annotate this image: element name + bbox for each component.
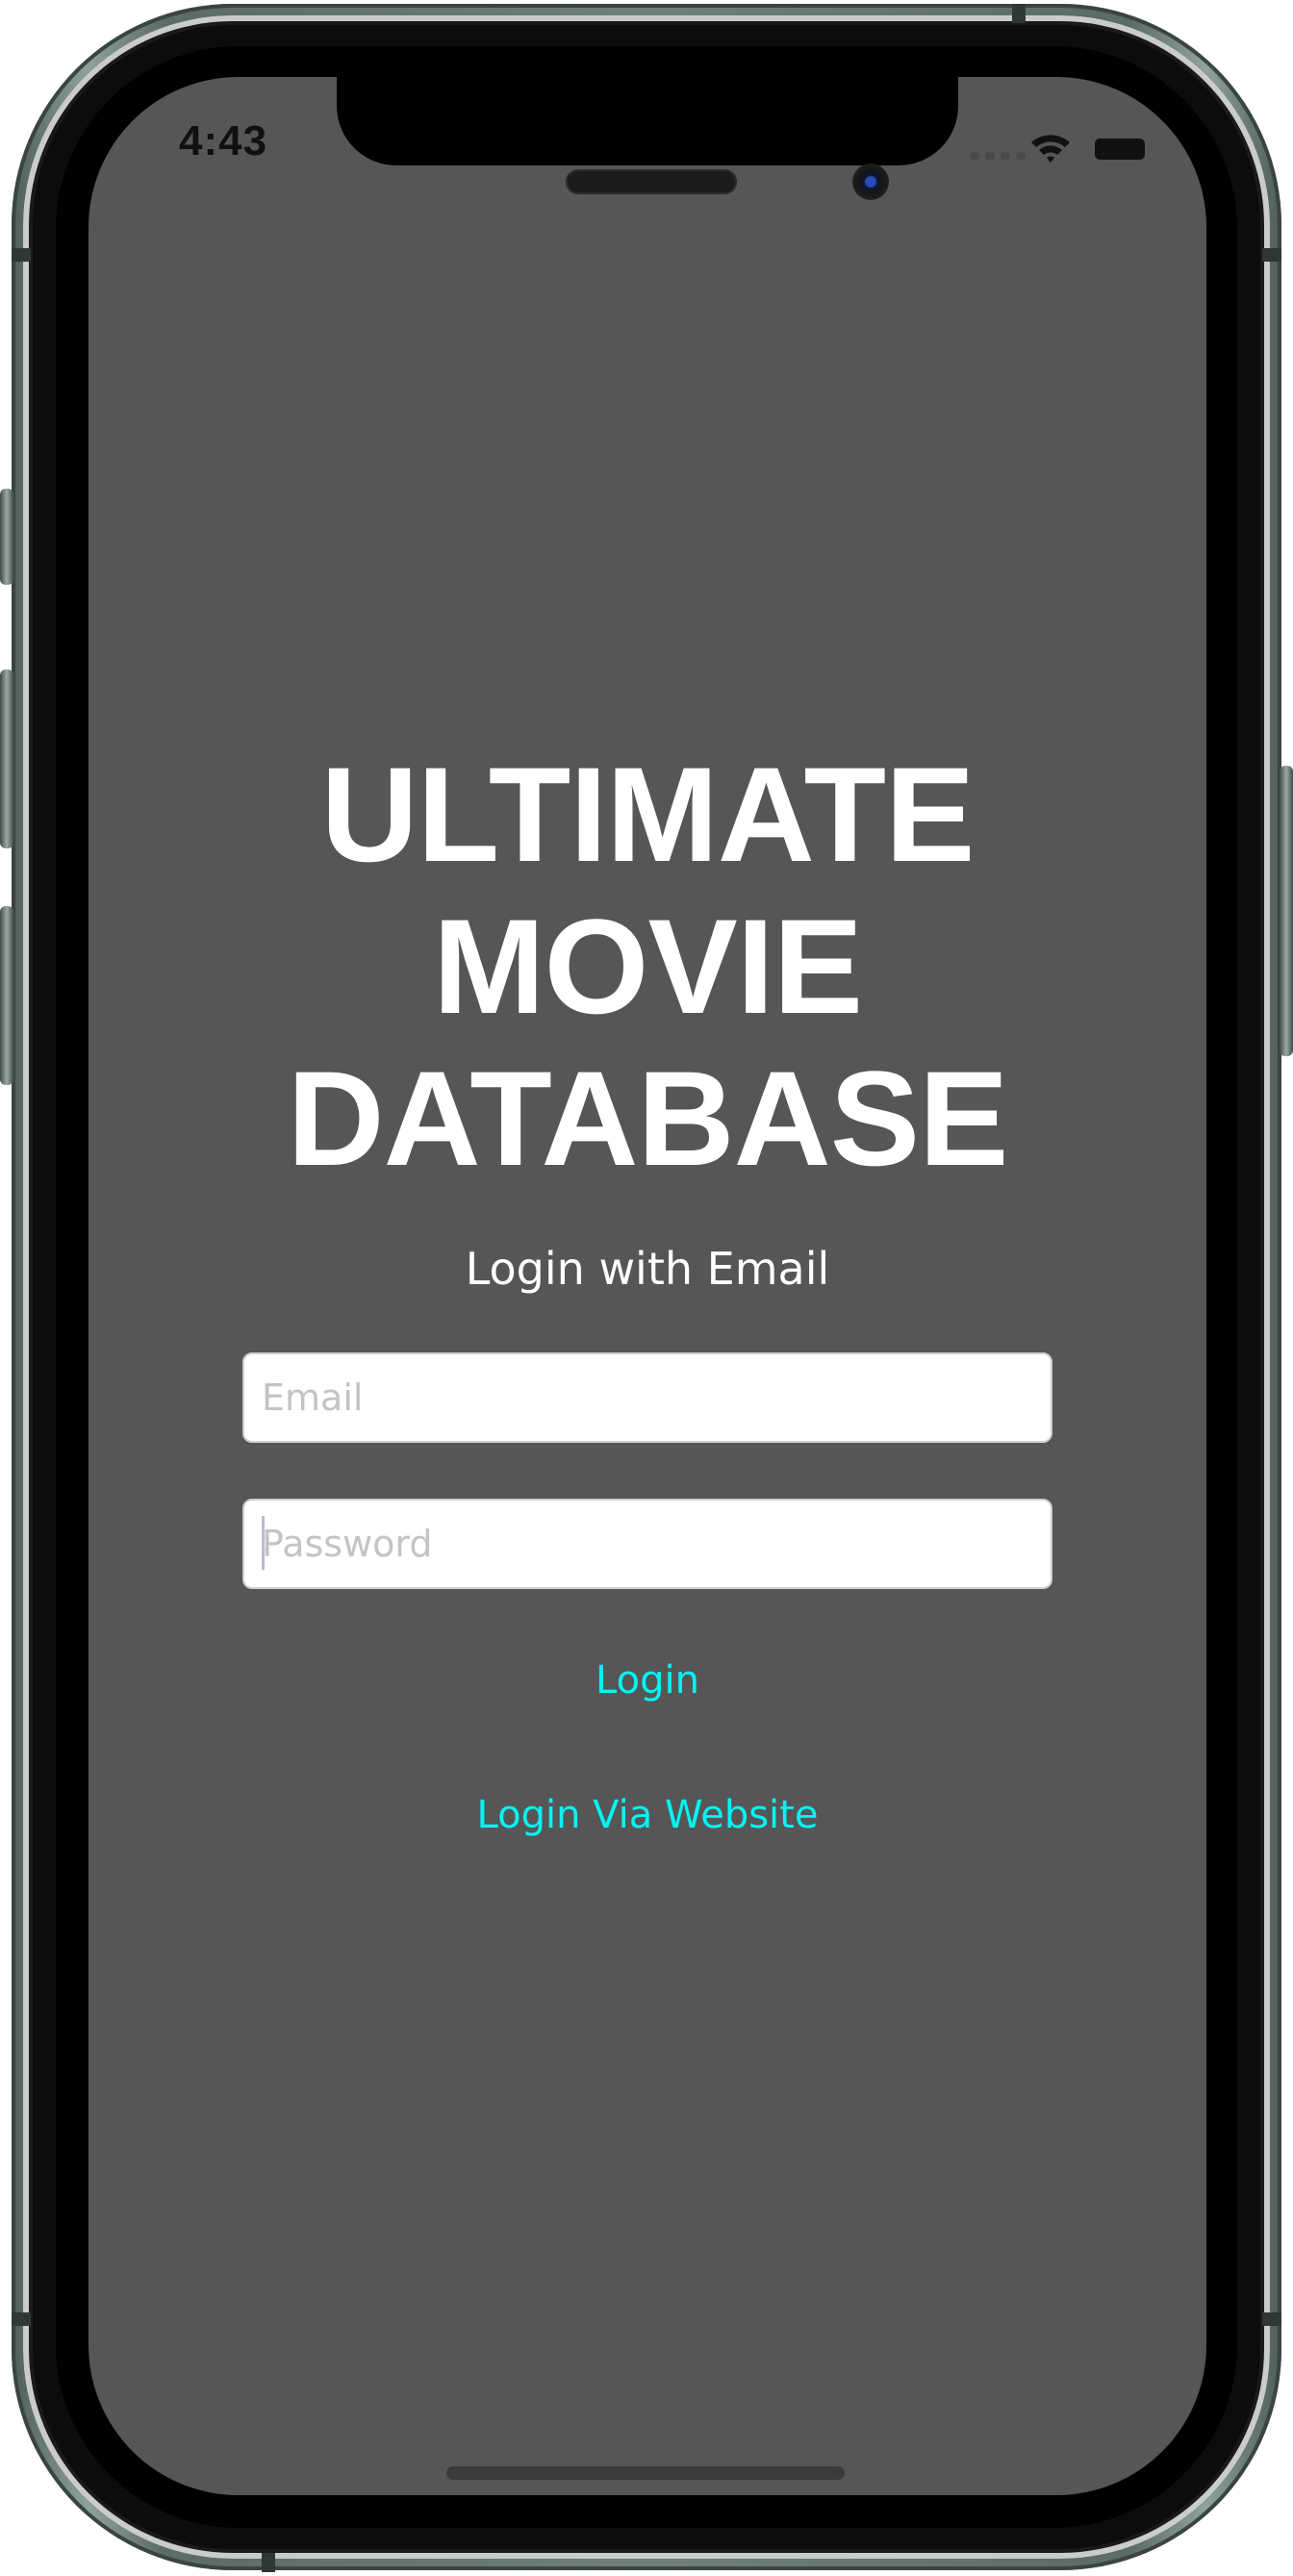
volume-up-button [0, 669, 13, 848]
antenna-band [262, 2553, 275, 2572]
volume-down-button [0, 906, 13, 1085]
app-screen: 4:43 ULTIMATE MOVIE DATABASE Login with … [89, 77, 1206, 2495]
password-field[interactable] [242, 1499, 1052, 1589]
silent-switch [0, 489, 13, 585]
antenna-band [12, 2312, 31, 2326]
email-field[interactable] [242, 1352, 1052, 1443]
antenna-band [1262, 248, 1281, 262]
app-title-line: ULTIMATE [320, 739, 976, 890]
antenna-band [12, 248, 31, 262]
antenna-band [1012, 4, 1026, 23]
login-via-website-button[interactable]: Login Via Website [89, 1793, 1206, 1837]
home-indicator[interactable] [446, 2466, 845, 2480]
wifi-icon [1031, 135, 1070, 163]
power-button [1280, 766, 1293, 1056]
app-title-line: DATABASE [287, 1043, 1008, 1194]
login-subtitle: Login with Email [465, 1243, 830, 1295]
app-title-line: MOVIE [432, 891, 863, 1042]
text-caret [262, 1516, 265, 1570]
status-time: 4:43 [179, 117, 268, 164]
battery-icon [1089, 133, 1155, 165]
antenna-band [1262, 2312, 1281, 2326]
app-title: ULTIMATE MOVIE DATABASE [89, 739, 1206, 1195]
signal-dots-icon [970, 152, 1026, 160]
login-button[interactable]: Login [89, 1658, 1206, 1703]
notch [337, 77, 958, 165]
earpiece-speaker [566, 169, 737, 194]
front-camera-icon [852, 164, 889, 200]
